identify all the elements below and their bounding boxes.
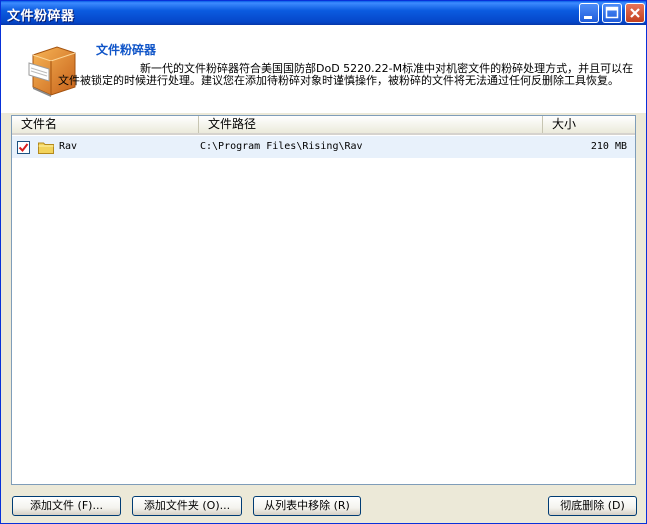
checkmark-icon bbox=[18, 143, 29, 153]
column-header-size[interactable]: 大小 bbox=[542, 116, 635, 133]
column-header-name[interactable]: 文件名 bbox=[12, 116, 198, 133]
maximize-icon bbox=[605, 6, 619, 19]
close-button[interactable] bbox=[625, 3, 645, 23]
add-file-button[interactable]: 添加文件 (F)... bbox=[12, 496, 121, 516]
row-file-name: Rav bbox=[59, 141, 78, 152]
header-title: 文件粉碎器 bbox=[96, 43, 157, 57]
header-description: 新一代的文件粉碎器符合美国国防部DoD 5220.22-M标准中对机密文件的粉碎… bbox=[58, 62, 634, 87]
title-bar[interactable]: 文件粉碎器 bbox=[1, 1, 646, 25]
window: 文件粉碎器 文件粉碎器 新一代的文件粉碎器符合美国国防部DoD 5220.22-… bbox=[0, 0, 647, 524]
minimize-icon bbox=[584, 16, 592, 19]
remove-from-list-button[interactable]: 从列表中移除 (R) bbox=[253, 496, 361, 516]
table-row[interactable]: Rav C:\Program Files\Rising\Rav 210 MB bbox=[12, 136, 635, 158]
close-icon bbox=[630, 8, 640, 18]
row-checkbox[interactable] bbox=[17, 141, 30, 154]
list-header: 文件名 文件路径 大小 bbox=[12, 116, 635, 135]
minimize-button[interactable] bbox=[579, 3, 599, 23]
file-list[interactable]: 文件名 文件路径 大小 Rav C:\Program Files\Rising\… bbox=[11, 115, 636, 485]
folder-icon bbox=[38, 142, 54, 154]
column-header-path[interactable]: 文件路径 bbox=[198, 116, 542, 133]
header-panel: 文件粉碎器 新一代的文件粉碎器符合美国国防部DoD 5220.22-M标准中对机… bbox=[1, 25, 646, 113]
row-file-path: C:\Program Files\Rising\Rav bbox=[200, 141, 363, 152]
window-title: 文件粉碎器 bbox=[7, 9, 75, 24]
maximize-button[interactable] bbox=[602, 3, 622, 23]
shred-button[interactable]: 彻底删除 (D) bbox=[548, 496, 637, 516]
add-folder-button[interactable]: 添加文件夹 (O)... bbox=[132, 496, 242, 516]
row-file-size: 210 MB bbox=[590, 141, 627, 152]
